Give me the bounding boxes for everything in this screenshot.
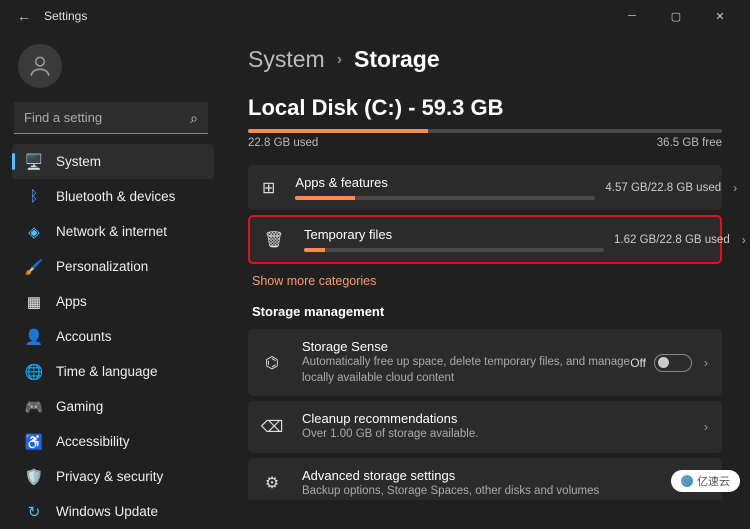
chevron-right-icon: › [742, 233, 746, 247]
category-value: 4.57 GB/22.8 GB used [605, 182, 721, 194]
breadcrumb-parent[interactable]: System [248, 46, 325, 73]
sidebar-item-label: Privacy & security [56, 469, 163, 484]
disk-free-label: 36.5 GB free [657, 137, 722, 149]
accessibility-icon: ♿ [22, 433, 46, 451]
disk-usage-bar [248, 129, 722, 133]
sidebar-item-accounts[interactable]: 👤 Accounts [12, 319, 214, 354]
sidebar-item-time-language[interactable]: 🌐 Time & language [12, 354, 214, 389]
sidebar-item-label: Accounts [56, 329, 112, 344]
sidebar-item-system[interactable]: 🖥️ System [12, 144, 214, 179]
search-container: ⌕ [14, 102, 208, 134]
sidebar-item-personalization[interactable]: 🖌️ Personalization [12, 249, 214, 284]
sidebar-item-label: Accessibility [56, 434, 130, 449]
update-icon: ↻ [22, 503, 46, 521]
chevron-right-icon: › [704, 420, 708, 434]
row-title: Storage Sense [302, 339, 630, 354]
storage-sense-row[interactable]: ⌬ Storage Sense Automatically free up sp… [248, 329, 722, 396]
gaming-icon: 🎮 [22, 398, 46, 416]
avatar[interactable] [18, 44, 62, 88]
watermark-logo-icon [681, 475, 693, 487]
breadcrumb: System › Storage [248, 46, 722, 73]
breadcrumb-current: Storage [354, 46, 440, 73]
row-desc: Over 1.00 GB of storage available. [302, 427, 704, 443]
category-usage-bar [304, 248, 604, 252]
chevron-right-icon: › [704, 356, 708, 370]
watermark-text: 亿速云 [697, 473, 730, 489]
row-desc: Automatically free up space, delete temp… [302, 355, 630, 386]
apps-grid-icon: ⊞ [262, 178, 275, 198]
back-button[interactable]: ← [8, 8, 40, 24]
category-title: Apps & features [295, 175, 595, 190]
advanced-storage-row[interactable]: ⚙ Advanced storage settings Backup optio… [248, 458, 722, 500]
watermark: 亿速云 [671, 470, 740, 492]
sidebar-item-label: Network & internet [56, 224, 167, 239]
system-icon: 🖥️ [22, 153, 46, 171]
row-title: Cleanup recommendations [302, 411, 704, 426]
sidebar-item-gaming[interactable]: 🎮 Gaming [12, 389, 214, 424]
sidebar-item-privacy[interactable]: 🛡️ Privacy & security [12, 459, 214, 494]
sidebar-item-label: System [56, 154, 101, 169]
gear-icon: ⚙ [262, 473, 282, 493]
sidebar-item-bluetooth[interactable]: ᛒ Bluetooth & devices [12, 179, 214, 214]
cleanup-recommendations-row[interactable]: ⌫ Cleanup recommendations Over 1.00 GB o… [248, 401, 722, 453]
sidebar-item-label: Time & language [56, 364, 158, 379]
search-icon: ⌕ [190, 110, 198, 127]
close-button[interactable]: ✕ [698, 0, 742, 32]
trash-icon: 🗑 [264, 230, 284, 250]
disk-title: Local Disk (C:) - 59.3 GB [248, 95, 722, 121]
sidebar-item-label: Apps [56, 294, 87, 309]
accounts-icon: 👤 [22, 328, 46, 346]
sidebar-item-label: Gaming [56, 399, 103, 414]
chevron-right-icon: › [337, 51, 342, 69]
apps-icon: ▦ [22, 293, 46, 311]
sidebar-item-label: Personalization [56, 259, 148, 274]
toggle-state-label: Off [630, 356, 646, 370]
row-desc: Backup options, Storage Spaces, other di… [302, 484, 704, 500]
sidebar-item-network[interactable]: ◈ Network & internet [12, 214, 214, 249]
bluetooth-icon: ᛒ [22, 188, 46, 205]
disk-used-label: 22.8 GB used [248, 137, 318, 149]
maximize-button[interactable]: ▢ [654, 0, 698, 32]
sidebar-item-accessibility[interactable]: ♿ Accessibility [12, 424, 214, 459]
broom-icon: ⌫ [262, 417, 282, 437]
shield-icon: 🛡️ [22, 468, 46, 486]
category-temporary-files[interactable]: 🗑 Temporary files 1.62 GB/22.8 GB used › [248, 215, 722, 264]
window-title: Settings [44, 9, 87, 23]
sidebar-item-label: Windows Update [56, 504, 158, 519]
chevron-right-icon: › [733, 181, 737, 195]
category-apps-features[interactable]: ⊞ Apps & features 4.57 GB/22.8 GB used › [248, 165, 722, 210]
category-title: Temporary files [304, 227, 604, 242]
wifi-icon: ◈ [22, 223, 46, 241]
show-more-categories[interactable]: Show more categories [252, 274, 722, 288]
row-title: Advanced storage settings [302, 468, 704, 483]
sweep-icon: ⌬ [262, 353, 282, 373]
category-usage-bar [295, 196, 595, 200]
minimize-button[interactable]: ─ [610, 0, 654, 32]
storage-sense-toggle[interactable] [654, 354, 692, 372]
globe-clock-icon: 🌐 [22, 363, 46, 381]
paintbrush-icon: 🖌️ [22, 258, 46, 276]
sidebar-item-apps[interactable]: ▦ Apps [12, 284, 214, 319]
sidebar-item-windows-update[interactable]: ↻ Windows Update [12, 494, 214, 529]
category-value: 1.62 GB/22.8 GB used [614, 234, 730, 246]
search-input[interactable] [14, 102, 208, 134]
user-icon [27, 53, 53, 79]
sidebar-item-label: Bluetooth & devices [56, 189, 175, 204]
storage-management-heading: Storage management [252, 304, 722, 319]
